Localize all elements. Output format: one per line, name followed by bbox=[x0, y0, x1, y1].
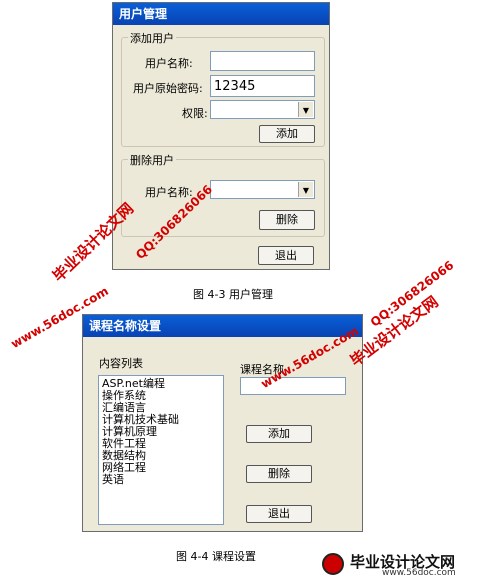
delete-username-select[interactable]: ▼ bbox=[210, 180, 315, 199]
delete-user-group: 删除用户 用户名称: ▼ 删除 bbox=[121, 152, 325, 237]
password-input[interactable]: 12345 bbox=[210, 75, 315, 97]
content-list-label: 内容列表 bbox=[99, 357, 143, 370]
figure-caption-4-4: 图 4-4 课程设置 bbox=[176, 550, 256, 563]
footer-logo: 毕业设计论文网 www.56doc.com bbox=[320, 551, 500, 579]
permission-select[interactable]: ▼ bbox=[210, 100, 315, 119]
delete-user-legend: 删除用户 bbox=[128, 152, 176, 168]
delete-username-label: 用户名称: bbox=[145, 186, 193, 199]
delete-user-button[interactable]: 删除 bbox=[259, 210, 315, 230]
course-name-input[interactable] bbox=[240, 377, 346, 395]
permission-label: 权限: bbox=[182, 107, 208, 120]
add-user-group: 添加用户 用户名称: 用户原始密码: 12345 权限: ▼ 添加 bbox=[121, 30, 325, 147]
logo-icon bbox=[322, 553, 344, 575]
password-label: 用户原始密码: bbox=[133, 82, 203, 95]
footer-url: www.56doc.com bbox=[382, 568, 456, 578]
exit-button[interactable]: 退出 bbox=[258, 246, 314, 265]
course-delete-button[interactable]: 删除 bbox=[246, 465, 312, 483]
figure-caption-4-3: 图 4-3 用户管理 bbox=[193, 288, 273, 301]
course-listbox[interactable]: ASP.net编程 操作系统 汇编语言 计算机技术基础 计算机原理 软件工程 数… bbox=[98, 375, 224, 525]
add-user-button[interactable]: 添加 bbox=[259, 125, 315, 143]
add-username-label: 用户名称: bbox=[145, 57, 193, 70]
user-management-dialog: 用户管理 添加用户 用户名称: 用户原始密码: 12345 权限: ▼ 添加 删… bbox=[112, 2, 330, 270]
course-add-button[interactable]: 添加 bbox=[246, 425, 312, 443]
user-dialog-title: 用户管理 bbox=[113, 3, 329, 25]
list-item[interactable]: 英语 bbox=[102, 474, 220, 486]
course-dialog-title: 课程名称设置 bbox=[83, 315, 362, 337]
chevron-down-icon: ▼ bbox=[298, 182, 313, 197]
course-exit-button[interactable]: 退出 bbox=[246, 505, 312, 523]
add-username-input[interactable] bbox=[210, 51, 315, 71]
add-user-legend: 添加用户 bbox=[128, 30, 176, 46]
chevron-down-icon: ▼ bbox=[298, 102, 313, 117]
